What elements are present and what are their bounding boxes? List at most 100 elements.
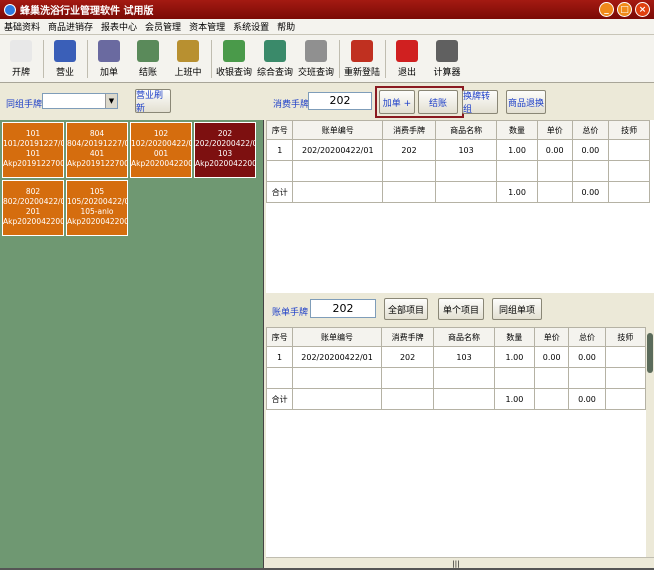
title-bar: 蜂巢洗浴行业管理软件 试用版 _ □ × xyxy=(0,0,654,19)
column-header[interactable]: 账单编号 xyxy=(292,327,382,347)
toolbar-separator xyxy=(385,39,386,78)
table-cell xyxy=(534,367,570,389)
column-header[interactable]: 数量 xyxy=(496,120,538,140)
table-cell xyxy=(571,160,610,182)
single-item-button[interactable]: 单个项目 xyxy=(438,298,484,320)
swap-card-button[interactable]: 换牌转组 xyxy=(462,90,498,115)
toolbar-shift-query-button[interactable]: 交班查询 xyxy=(296,37,336,81)
table-cell xyxy=(608,139,650,161)
consume-card-input[interactable]: 202 xyxy=(308,92,372,110)
open-card-icon xyxy=(10,39,32,62)
menu-capital[interactable]: 资本管理 xyxy=(189,20,225,33)
column-header[interactable]: 技师 xyxy=(608,120,650,140)
table-row[interactable] xyxy=(265,367,647,389)
column-header[interactable]: 消费手牌 xyxy=(382,120,437,140)
table-cell xyxy=(380,388,435,410)
column-header[interactable]: 消费手牌 xyxy=(380,327,435,347)
column-header[interactable]: 商品名称 xyxy=(435,120,498,140)
table-cell xyxy=(604,388,647,410)
menu-members[interactable]: 会员管理 xyxy=(145,20,181,33)
card-line4: Akp20191227002 xyxy=(67,159,128,168)
toolbar-label: 综合查询 xyxy=(256,67,293,78)
room-card-804[interactable]: 804 804/20191227/01 401 Akp20191227002 xyxy=(66,122,128,178)
add-order-button[interactable]: 加单 + xyxy=(379,90,415,114)
table-cell: 1.00 xyxy=(496,181,538,203)
card-line1: 804 xyxy=(89,129,105,138)
relogin-icon xyxy=(351,39,373,62)
toolbar-add-order-button[interactable]: 加单 xyxy=(90,37,128,81)
menu-settings[interactable]: 系统设置 xyxy=(233,20,269,33)
toolbar-open-card-button[interactable]: 开牌 xyxy=(2,37,40,81)
toolbar-on-duty-button[interactable]: 上班中 xyxy=(168,37,208,81)
maximize-button[interactable]: □ xyxy=(617,2,632,17)
toolbar-separator xyxy=(87,39,88,78)
shift-query-icon xyxy=(305,39,327,62)
vertical-scrollbar[interactable] xyxy=(646,327,654,557)
toolbar-label: 重新登陆 xyxy=(343,67,380,78)
refresh-business-button[interactable]: 营业刷新 xyxy=(135,89,171,114)
toolbar-separator xyxy=(339,39,340,78)
table-cell: 合计 xyxy=(265,388,294,410)
group-card-select[interactable]: ▼ xyxy=(42,93,118,109)
add-order-icon xyxy=(98,39,120,62)
column-header[interactable]: 账单编号 xyxy=(292,120,384,140)
table-row[interactable]: 1 202/20200422/01 202 103 1.00 0.00 0.00 xyxy=(265,139,650,161)
room-card-101[interactable]: 101 101/20191227/01 101 Akp20191227001 xyxy=(2,122,64,178)
toolbar-exit-button[interactable]: 退出 xyxy=(388,37,426,81)
menu-bar: 基础资料 商品进销存 报表中心 会员管理 资本管理 系统设置 帮助 xyxy=(0,19,654,35)
bill-detail-panel: 序号 账单编号 消费手牌 商品名称 数量 单价 总价 技师 1 202/20200422/01 20… xyxy=(265,327,647,557)
menu-reports[interactable]: 报表中心 xyxy=(101,20,137,33)
column-header[interactable]: 单价 xyxy=(536,120,573,140)
top-control-bar: 同组手牌 ▼ 营业刷新 消费手牌 202 加单 + 结账 换牌转组 商品退换 xyxy=(0,84,654,118)
toolbar-relogin-button[interactable]: 重新登陆 xyxy=(342,37,382,81)
room-card-105[interactable]: 105 105/20200422/01 105-anlo Akp20200422004 xyxy=(66,180,128,236)
table-row[interactable]: 1 202/20200422/01 202 103 1.00 0.00 0.00 xyxy=(265,346,647,368)
table-cell xyxy=(536,181,573,203)
menu-help[interactable]: 帮助 xyxy=(277,20,295,33)
checkout-button[interactable]: 结账 xyxy=(418,90,458,114)
return-goods-button[interactable]: 商品退换 xyxy=(506,90,546,114)
all-items-button[interactable]: 全部项目 xyxy=(384,298,428,320)
minimize-button[interactable]: _ xyxy=(599,2,614,17)
toolbar-general-query-button[interactable]: 综合查询 xyxy=(255,37,295,81)
room-card-202[interactable]: 202 202/20200422/01 103 Akp20200422002 xyxy=(194,122,256,178)
column-header[interactable]: 数量 xyxy=(493,327,536,347)
column-header[interactable]: 序号 xyxy=(265,120,294,140)
card-line3: 201 xyxy=(25,207,41,216)
room-card-102[interactable]: 102 102/20200422/01 001 Akp20200422001 xyxy=(130,122,192,178)
column-header[interactable]: 单价 xyxy=(534,327,570,347)
grip-icon[interactable]: ||| xyxy=(446,560,466,568)
column-header[interactable]: 总价 xyxy=(568,327,606,347)
bill-card-label: 账单手牌 xyxy=(272,308,309,318)
checkout-icon xyxy=(137,39,159,62)
toolbar-checkout-button[interactable]: 结账 xyxy=(129,37,167,81)
table-cell xyxy=(604,346,647,368)
menu-inventory[interactable]: 商品进销存 xyxy=(48,20,93,33)
column-header[interactable]: 商品名称 xyxy=(433,327,495,347)
card-line2: 105/20200422/01 xyxy=(67,197,128,206)
table-row[interactable] xyxy=(265,160,650,182)
toolbar-label: 开牌 xyxy=(11,67,30,78)
close-button[interactable]: × xyxy=(635,2,650,17)
calculator-icon xyxy=(436,39,458,62)
toolbar-calculator-button[interactable]: 计算器 xyxy=(427,37,467,81)
toolbar-cashier-query-button[interactable]: 收银查询 xyxy=(214,37,254,81)
menu-basic-data[interactable]: 基础资料 xyxy=(4,20,40,33)
chevron-down-icon[interactable]: ▼ xyxy=(105,94,117,108)
column-header[interactable]: 序号 xyxy=(265,327,294,347)
card-line4: Akp20200422002 xyxy=(195,159,256,168)
group-single-button[interactable]: 同组单项 xyxy=(492,298,542,320)
bill-card-input[interactable]: 202 xyxy=(310,299,376,318)
table-total-row[interactable]: 合计 1.00 0.00 xyxy=(265,388,647,410)
toolbar: 开牌 营业 加单 结账 上班中 收银查询 综合查询 交班查询 重新登陆 退出 计算器 xyxy=(0,35,654,83)
scroll-thumb[interactable] xyxy=(647,333,653,373)
room-card-802[interactable]: 802 802/20200422/01 201 Akp20200422003 xyxy=(2,180,64,236)
toolbar-business-button[interactable]: 营业 xyxy=(46,37,84,81)
table-cell: 1 xyxy=(265,139,294,161)
column-header[interactable]: 总价 xyxy=(571,120,610,140)
table-total-row[interactable]: 合计 1.00 0.00 xyxy=(265,181,650,203)
card-line1: 105 xyxy=(89,187,105,196)
column-header[interactable]: 技师 xyxy=(604,327,647,347)
table-cell: 0.00 xyxy=(571,139,610,161)
general-query-icon xyxy=(264,39,286,62)
